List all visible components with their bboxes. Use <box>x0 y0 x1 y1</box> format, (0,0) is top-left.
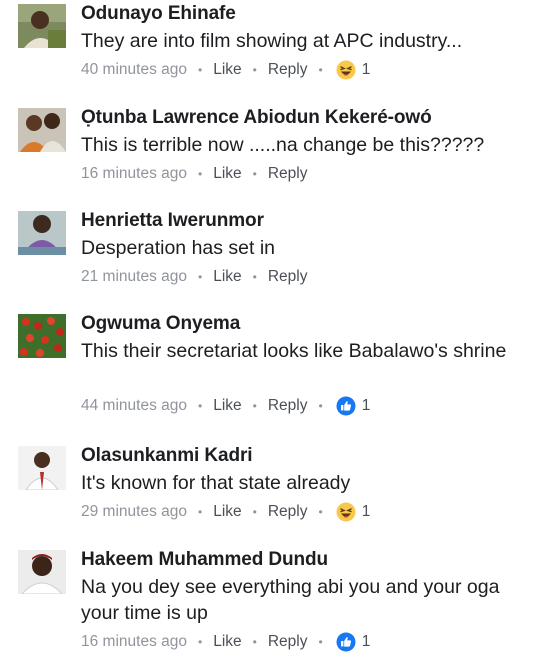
reaction-count: 1 <box>361 633 371 650</box>
like-link[interactable]: Like <box>213 503 241 521</box>
comment-author[interactable]: Olasunkanmi Kadri <box>81 445 253 467</box>
avatar[interactable] <box>18 211 66 255</box>
separator-dot: • <box>252 63 257 77</box>
comment-text: This is terrible now .....na change be t… <box>81 134 485 156</box>
comment-text: It's known for that state already <box>81 472 351 494</box>
haha-icon[interactable] <box>336 502 356 522</box>
separator-dot: • <box>252 505 257 519</box>
comment-text: They are into film showing at APC indust… <box>81 30 463 52</box>
avatar[interactable] <box>18 314 66 358</box>
like-link[interactable]: Like <box>213 268 241 286</box>
comment-timestamp[interactable]: 16 minutes ago <box>81 165 187 183</box>
comment-meta: 16 minutes ago • Like • Reply • 1 <box>81 631 370 653</box>
reaction-count: 1 <box>361 61 371 78</box>
comment-author[interactable]: Henrietta Iwerunmor <box>81 210 264 232</box>
reply-link[interactable]: Reply <box>268 633 308 651</box>
like-icon[interactable] <box>336 632 356 652</box>
separator-dot: • <box>198 270 203 284</box>
avatar[interactable] <box>18 446 66 490</box>
separator-dot: • <box>198 635 203 649</box>
comment-meta: 16 minutes ago • Like • Reply <box>81 163 307 185</box>
separator-dot: • <box>318 63 323 77</box>
comment-meta: 44 minutes ago • Like • Reply • 1 <box>81 395 370 417</box>
comment-timestamp[interactable]: 44 minutes ago <box>81 397 187 415</box>
separator-dot: • <box>198 167 203 181</box>
comment-text: Desperation has set in <box>81 237 276 259</box>
reply-link[interactable]: Reply <box>268 268 308 286</box>
like-link[interactable]: Like <box>213 61 241 79</box>
separator-dot: • <box>198 63 203 77</box>
separator-dot: • <box>252 635 257 649</box>
avatar[interactable] <box>18 550 66 594</box>
reply-link[interactable]: Reply <box>268 397 308 415</box>
like-link[interactable]: Like <box>213 165 241 183</box>
comment-meta: 21 minutes ago • Like • Reply <box>81 266 307 288</box>
separator-dot: • <box>252 399 257 413</box>
haha-icon[interactable] <box>336 60 356 80</box>
reply-link[interactable]: Reply <box>268 61 308 79</box>
like-link[interactable]: Like <box>213 633 241 651</box>
separator-dot: • <box>252 167 257 181</box>
reaction-count: 1 <box>361 503 371 520</box>
reply-link[interactable]: Reply <box>268 165 308 183</box>
separator-dot: • <box>198 505 203 519</box>
separator-dot: • <box>318 505 323 519</box>
reply-link[interactable]: Reply <box>268 503 308 521</box>
separator-dot: • <box>252 270 257 284</box>
like-link[interactable]: Like <box>213 397 241 415</box>
separator-dot: • <box>198 399 203 413</box>
comment-author[interactable]: Ogwuma Onyema <box>81 313 240 335</box>
separator-dot: • <box>318 635 323 649</box>
avatar[interactable] <box>18 108 66 152</box>
comment-text: This their secretariat looks like Babala… <box>81 340 507 362</box>
comment-meta: 40 minutes ago • Like • Reply • 1 <box>81 59 370 81</box>
comment-author[interactable]: Ọtunba Lawrence Abiodun Kekeré-owó <box>81 107 432 129</box>
comment-timestamp[interactable]: 40 minutes ago <box>81 61 187 79</box>
separator-dot: • <box>318 399 323 413</box>
comment-author[interactable]: Odunayo Ehinafe <box>81 3 236 25</box>
avatar[interactable] <box>18 4 66 48</box>
like-icon[interactable] <box>336 396 356 416</box>
comment-timestamp[interactable]: 16 minutes ago <box>81 633 187 651</box>
comment-author[interactable]: Hakeem Muhammed Dundu <box>81 549 328 571</box>
comment-text: Na you dey see everything abi you and yo… <box>81 576 500 624</box>
comment-meta: 29 minutes ago • Like • Reply • 1 <box>81 501 370 523</box>
comment-timestamp[interactable]: 29 minutes ago <box>81 503 187 521</box>
reaction-count: 1 <box>361 397 371 414</box>
comment-timestamp[interactable]: 21 minutes ago <box>81 268 187 286</box>
